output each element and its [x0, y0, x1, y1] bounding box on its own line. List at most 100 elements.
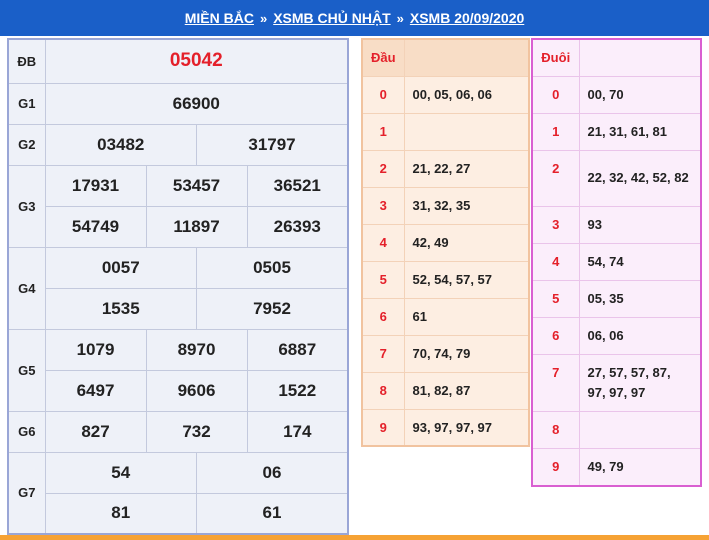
prize-g5-number: 6887 [246, 328, 349, 371]
dau-key: 2 [361, 149, 405, 188]
dau-row: 8 81, 82, 87 [361, 371, 530, 410]
prize-label-g4: G4 [7, 246, 46, 330]
duoi-key: 9 [531, 447, 580, 487]
prize-g3-number: 11897 [145, 205, 248, 248]
dau-value: 70, 74, 79 [403, 334, 530, 373]
duoi-row: 2 22, 32, 42, 52, 82 [531, 149, 702, 207]
row-g3: 54749 11897 26393 [8, 205, 349, 248]
dau-value: 81, 82, 87 [403, 371, 530, 410]
dau-key: 1 [361, 112, 405, 151]
dau-value: 42, 49 [403, 223, 530, 262]
prize-g2-number: 31797 [196, 123, 349, 166]
row-db: ĐB 05042 [7, 38, 349, 84]
prize-g3-number: 36521 [246, 164, 349, 207]
dau-row: 3 31, 32, 35 [361, 186, 530, 225]
dau-row: 5 52, 54, 57, 57 [361, 260, 530, 299]
duoi-value [578, 410, 702, 449]
duoi-row: 3 93 [531, 205, 702, 244]
prize-g5-number: 6497 [44, 369, 147, 412]
dau-value: 93, 97, 97, 97 [403, 408, 530, 447]
prize-g3-number: 26393 [246, 205, 349, 248]
row-g5: G5 1079 8970 6887 [7, 328, 349, 412]
dau-key: 6 [361, 297, 405, 336]
prize-g7-number: 54 [44, 451, 197, 494]
duoi-header-row: Đuôi [531, 38, 702, 77]
prize-g6-number: 827 [44, 410, 147, 453]
prize-g5-number: 1522 [246, 369, 349, 412]
duoi-value: 54, 74 [578, 242, 702, 281]
prize-g2-number: 03482 [44, 123, 197, 166]
dau-row: 4 42, 49 [361, 223, 530, 262]
duoi-key: 0 [531, 75, 580, 114]
row-g7: 81 61 [8, 492, 349, 535]
prize-label-db: ĐB [7, 38, 46, 84]
duoi-row: 8 [531, 410, 702, 449]
duoi-key: 8 [531, 410, 580, 449]
duoi-row: 5 05, 35 [531, 279, 702, 318]
dau-row: 0 00, 05, 06, 06 [361, 75, 530, 114]
duoi-header: Đuôi [531, 38, 580, 77]
prize-g5-number: 9606 [145, 369, 248, 412]
row-g4: 1535 7952 [8, 287, 349, 330]
duoi-key: 5 [531, 279, 580, 318]
dau-key: 5 [361, 260, 405, 299]
prize-label-g3: G3 [7, 164, 46, 248]
dau-row: 2 21, 22, 27 [361, 149, 530, 188]
row-g7: G7 54 06 [7, 451, 349, 535]
dau-table: Đầu 0 00, 05, 06, 06 1 2 21, 22, 27 3 31, 3… [361, 38, 530, 447]
dau-value: 31, 32, 35 [403, 186, 530, 225]
duoi-key: 2 [531, 149, 580, 207]
prize-g4-number: 0057 [44, 246, 197, 289]
prize-g7-number: 06 [196, 451, 349, 494]
prize-g4-number: 1535 [44, 287, 197, 330]
row-g3: G3 17931 53457 36521 [7, 164, 349, 248]
duoi-value: 22, 32, 42, 52, 82 [578, 149, 702, 207]
duoi-row: 4 54, 74 [531, 242, 702, 281]
prize-label-g7: G7 [7, 451, 46, 535]
prize-label-g5: G5 [7, 328, 46, 412]
duoi-value: 00, 70 [578, 75, 702, 114]
prize-label-g1: G1 [7, 82, 46, 125]
duoi-key: 3 [531, 205, 580, 244]
duoi-key: 6 [531, 316, 580, 355]
dau-value [403, 112, 530, 151]
duoi-row: 7 27, 57, 57, 87, 97, 97, 97 [531, 353, 702, 412]
duoi-value: 49, 79 [578, 447, 702, 487]
breadcrumb-link-xsmb-date[interactable]: XSMB 20/09/2020 [410, 10, 524, 26]
breadcrumb: MIỀN BẮC » XSMB CHỦ NHẬT » XSMB 20/09/20… [0, 0, 709, 36]
row-g5: 6497 9606 1522 [8, 369, 349, 412]
breadcrumb-link-mien-bac[interactable]: MIỀN BẮC [185, 10, 254, 26]
prize-g3-number: 17931 [44, 164, 147, 207]
prize-g5-number: 1079 [44, 328, 147, 371]
breadcrumb-separator: » [396, 10, 404, 26]
dau-value: 00, 05, 06, 06 [403, 75, 530, 114]
prize-g4-number: 0505 [196, 246, 349, 289]
dau-key: 0 [361, 75, 405, 114]
duoi-row: 9 49, 79 [531, 447, 702, 487]
prize-g7-number: 81 [44, 492, 197, 535]
prize-g4-number: 7952 [196, 287, 349, 330]
duoi-key: 7 [531, 353, 580, 412]
duoi-row: 0 00, 70 [531, 75, 702, 114]
prize-db-number: 05042 [44, 38, 349, 84]
dau-row: 7 70, 74, 79 [361, 334, 530, 373]
dau-header-empty [403, 38, 530, 77]
breadcrumb-separator: » [259, 10, 268, 26]
dau-header-row: Đầu [361, 38, 530, 77]
dau-value: 61 [403, 297, 530, 336]
dau-key: 9 [361, 408, 405, 447]
duoi-key: 4 [531, 242, 580, 281]
dau-value: 52, 54, 57, 57 [403, 260, 530, 299]
duoi-value: 93 [578, 205, 702, 244]
duoi-header-empty [578, 38, 702, 77]
duoi-row: 1 21, 31, 61, 81 [531, 112, 702, 151]
row-g4: G4 0057 0505 [7, 246, 349, 330]
dau-header: Đầu [361, 38, 405, 77]
dau-row: 9 93, 97, 97, 97 [361, 408, 530, 447]
prize-g3-number: 53457 [145, 164, 248, 207]
breadcrumb-link-xsmb-chu-nhat[interactable]: XSMB CHỦ NHẬT [273, 10, 390, 26]
prize-g1-number: 66900 [44, 82, 349, 125]
duoi-value: 06, 06 [578, 316, 702, 355]
results-table: ĐB 05042 G1 66900 G2 03482 31797 G3 1793… [7, 38, 349, 535]
prize-g6-number: 174 [246, 410, 349, 453]
